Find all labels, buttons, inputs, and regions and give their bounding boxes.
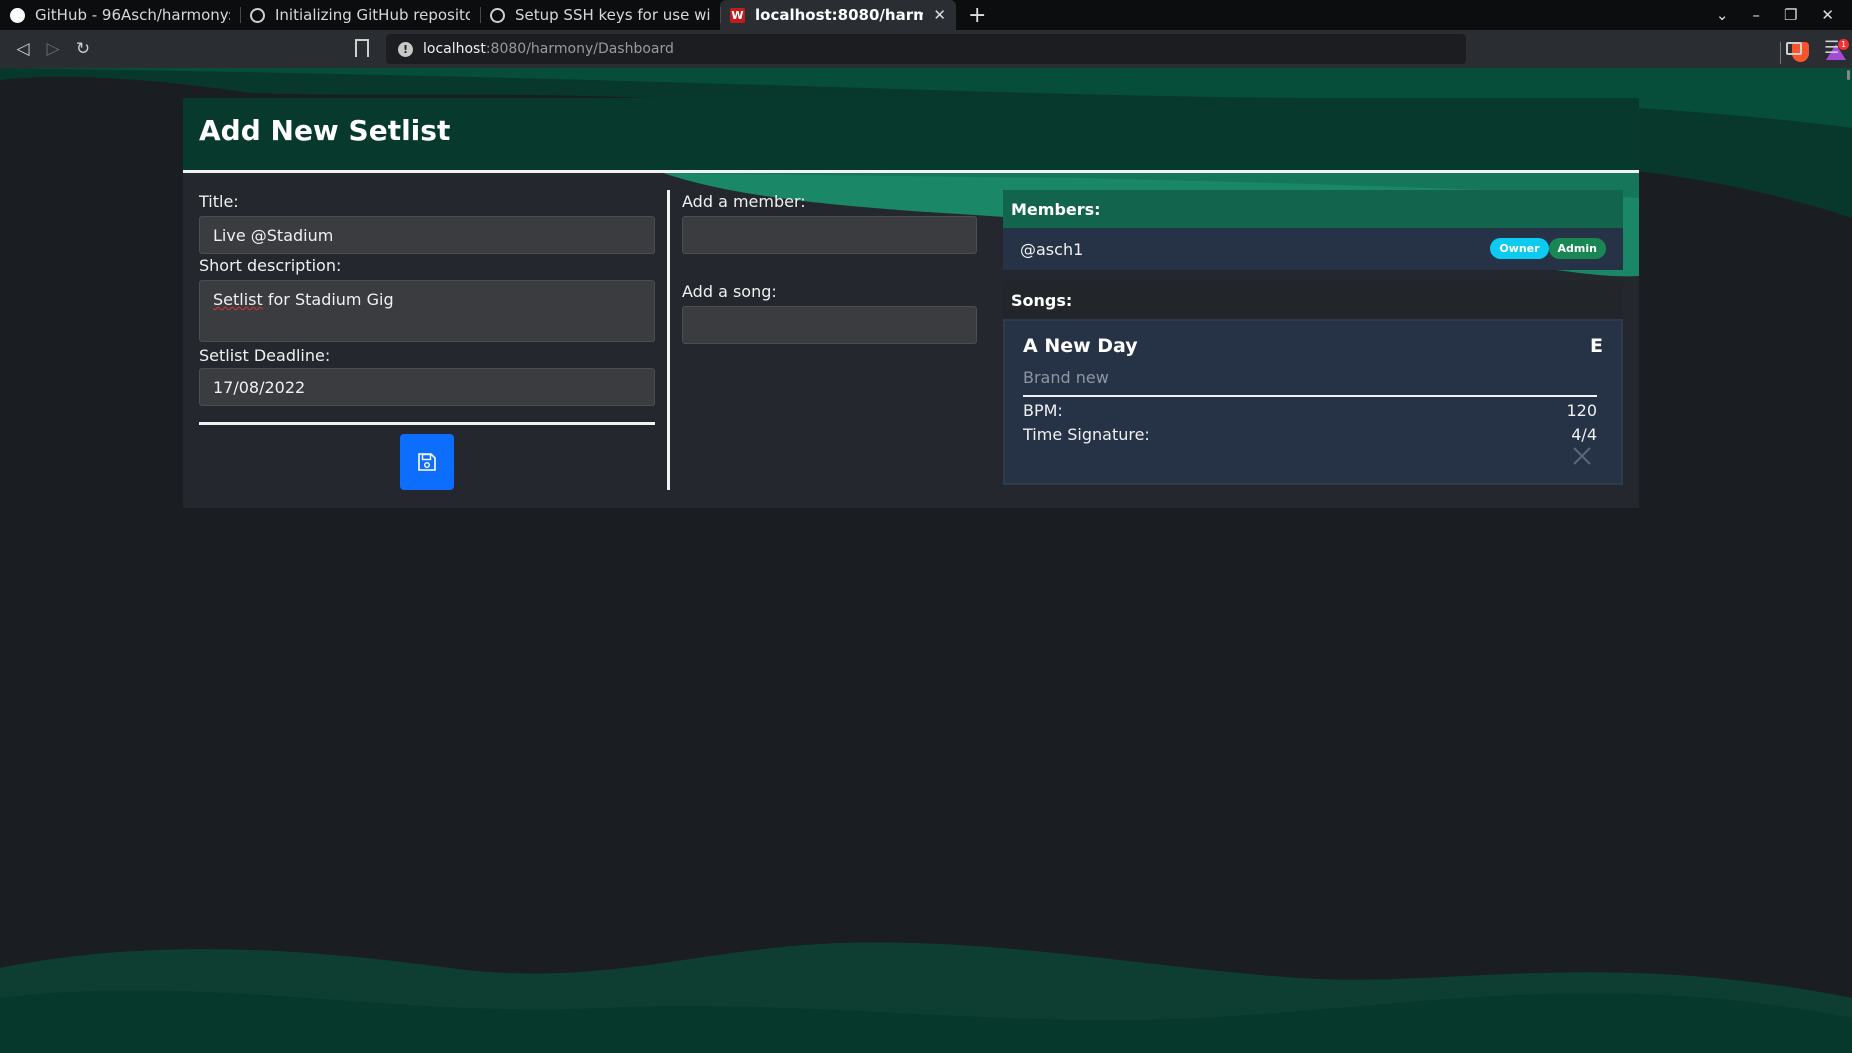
owner-badge: Owner	[1490, 238, 1549, 259]
members-heading: Members:	[1003, 190, 1623, 228]
title-input-value: Live @Stadium	[213, 225, 334, 245]
song-divider	[1023, 395, 1597, 397]
minimize-icon[interactable]: –	[1752, 6, 1760, 24]
member-handle: @asch1	[1020, 239, 1084, 259]
card-header: Add New Setlist	[183, 98, 1639, 173]
back-icon[interactable]: ◁	[8, 39, 38, 59]
deadline-label: Setlist Deadline:	[199, 346, 331, 365]
add-member-input[interactable]	[682, 216, 977, 254]
song-bpm-row: BPM: 120	[1023, 401, 1597, 420]
bookmark-icon[interactable]	[355, 39, 369, 57]
add-song-input[interactable]	[682, 306, 977, 344]
tab-github[interactable]: GitHub - 96Asch/harmony: We	[0, 0, 240, 30]
bpm-value: 120	[1566, 401, 1597, 420]
form-divider	[199, 422, 655, 425]
member-badges: Owner Admin	[1490, 238, 1606, 259]
time-signature-label: Time Signature:	[1023, 425, 1150, 444]
address-host: localhost	[423, 41, 486, 57]
add-setlist-card: Add New Setlist Title: Live @Stadium Sho…	[183, 98, 1639, 508]
rewards-count-badge: 1	[1838, 39, 1849, 50]
restore-icon[interactable]: ❐	[1784, 6, 1797, 24]
tab-ssh-keys[interactable]: Setup SSH keys for use with G	[480, 0, 720, 30]
page-viewport: Add New Setlist Title: Live @Stadium Sho…	[0, 68, 1852, 1053]
tab-list-chevron-icon[interactable]: ⌄	[1716, 6, 1729, 24]
scrollbar-thumb[interactable]	[1847, 70, 1850, 80]
close-window-icon[interactable]: ✕	[1821, 6, 1834, 24]
song-card: A New Day E Brand new BPM: 120 Time Sign…	[1003, 319, 1623, 485]
title-input[interactable]: Live @Stadium	[199, 216, 655, 254]
tab-label: GitHub - 96Asch/harmony: We	[35, 6, 230, 24]
title-label: Title:	[199, 192, 239, 211]
tab-label: Initializing GitHub repository	[275, 6, 470, 24]
save-floppy-icon	[418, 453, 436, 471]
window-controls: ⌄ – ❐ ✕	[1716, 0, 1852, 30]
site-info-icon[interactable]: !	[398, 41, 413, 57]
globe-icon	[490, 7, 505, 23]
member-row: @asch1 Owner Admin	[1003, 228, 1623, 270]
wallet-icon[interactable]	[1786, 42, 1802, 55]
add-member-label: Add a member:	[682, 192, 806, 211]
add-song-label: Add a song:	[682, 282, 777, 301]
song-time-signature-row: Time Signature: 4/4	[1023, 425, 1597, 444]
remove-song-icon[interactable]	[1571, 445, 1593, 467]
address-divider	[1780, 42, 1781, 64]
save-button[interactable]	[400, 434, 454, 490]
globe-icon	[250, 7, 265, 23]
description-label: Short description:	[199, 256, 342, 275]
browser-toolbar: ◁ ▷ ↻ ! localhost :8080/harmony/Dashboar…	[0, 30, 1852, 68]
bpm-label: BPM:	[1023, 401, 1063, 420]
deadline-date-input[interactable]: 17/08/2022	[199, 368, 655, 406]
close-tab-icon[interactable]: ✕	[933, 6, 946, 24]
song-title: A New Day	[1023, 335, 1138, 357]
time-signature-value: 4/4	[1571, 425, 1597, 444]
address-bar[interactable]: ! localhost :8080/harmony/Dashboard 1	[386, 34, 1849, 64]
admin-badge: Admin	[1548, 238, 1606, 259]
tab-label: localhost:8080/harmony/D	[755, 6, 924, 24]
tab-localhost[interactable]: W localhost:8080/harmony/D ✕	[720, 0, 956, 30]
reload-icon[interactable]: ↻	[68, 39, 98, 59]
page-title: Add New Setlist	[199, 114, 451, 147]
page-scrollbar[interactable]	[1842, 68, 1852, 1053]
description-value: Setlist for Stadium Gig	[213, 290, 394, 309]
browser-tab-strip: GitHub - 96Asch/harmony: We Initializing…	[0, 0, 1852, 30]
tab-label: Setup SSH keys for use with G	[515, 6, 710, 24]
deadline-value: 17/08/2022	[213, 377, 306, 397]
tab-initializing-repo[interactable]: Initializing GitHub repository	[240, 0, 480, 30]
song-status: Brand new	[1023, 368, 1109, 387]
songs-heading: Songs:	[1003, 281, 1623, 319]
new-tab-button[interactable]: +	[968, 3, 986, 28]
w-favicon-icon: W	[730, 7, 745, 23]
github-icon	[10, 7, 25, 23]
address-path: :8080/harmony/Dashboard	[485, 41, 674, 57]
description-textarea[interactable]: Setlist for Stadium Gig	[199, 280, 655, 342]
forward-icon[interactable]: ▷	[38, 39, 68, 59]
song-key: E	[1590, 335, 1603, 357]
menu-icon[interactable]: ☰	[1824, 38, 1839, 58]
column-divider	[667, 190, 670, 490]
